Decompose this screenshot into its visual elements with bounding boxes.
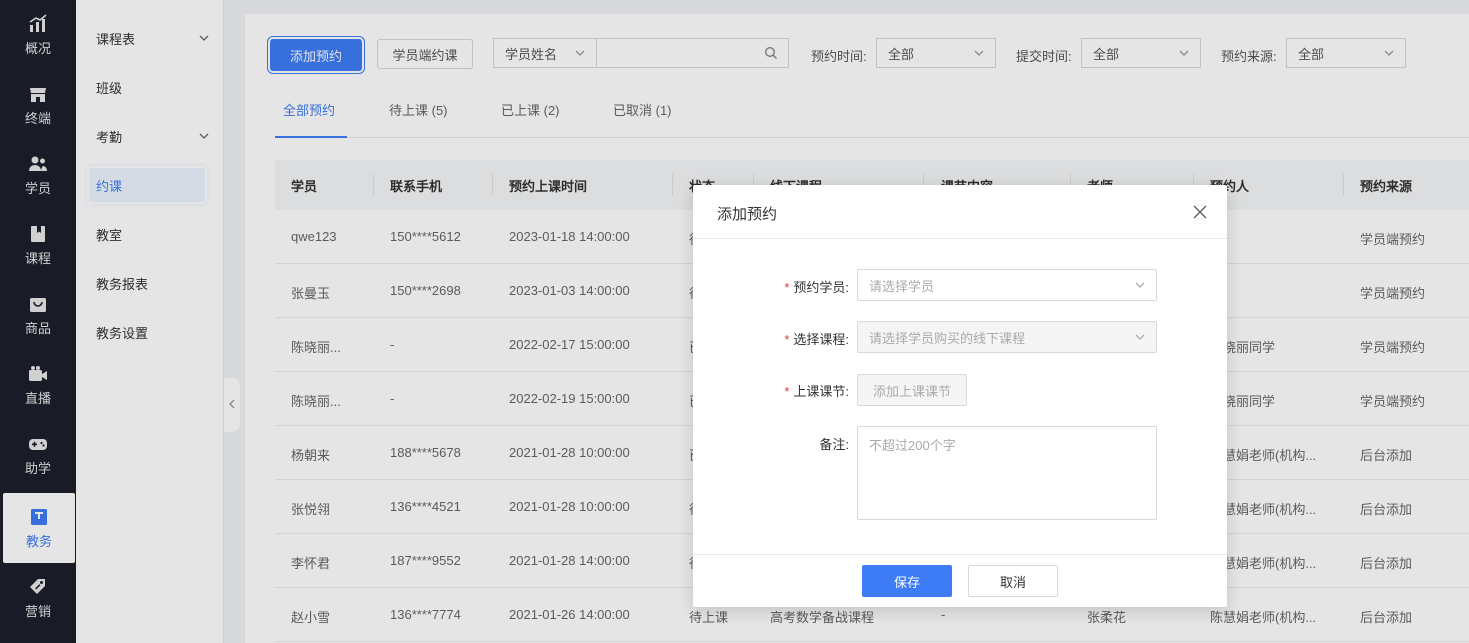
dialog-title: 添加预约 [717,206,778,223]
chevron-down-icon [1134,279,1146,294]
dialog-footer: 保存 取消 [693,554,1227,607]
note-field-label: 备注: [819,437,849,452]
dialog-header: 添加预约 [693,185,1227,239]
lesson-field-label: * 上课课节: [784,384,849,399]
required-mark: * [784,280,790,295]
close-icon[interactable] [1191,203,1209,221]
required-mark: * [784,332,790,347]
student-field-label: * 预约学员: [784,280,849,295]
save-button[interactable]: 保存 [862,565,952,597]
course-field-label: * 选择课程: [784,332,849,347]
student-select-placeholder: 请选择学员 [869,278,935,294]
chevron-down-icon [1134,331,1146,346]
student-select[interactable]: 请选择学员 [857,269,1157,301]
note-textarea[interactable] [857,426,1157,520]
add-booking-dialog: 添加预约 * 预约学员: 请选择学员 * 选择课程: 请选择学员购买的线下课程 * 上… [693,185,1227,607]
course-select-placeholder: 请选择学员购买的线下课程 [869,330,1026,346]
cancel-button[interactable]: 取消 [968,565,1058,597]
required-mark: * [784,384,790,399]
add-lesson-button[interactable]: 添加上课课节 [857,374,967,406]
course-select[interactable]: 请选择学员购买的线下课程 [857,321,1157,353]
